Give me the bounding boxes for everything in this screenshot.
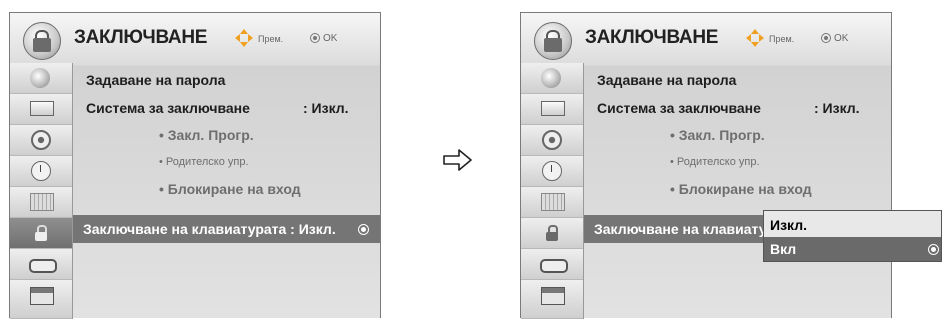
lock-icon [35, 225, 47, 241]
sidebar [521, 63, 584, 319]
sidebar-item-setup[interactable] [10, 63, 72, 94]
lock-system-value: : Изкл. [814, 100, 860, 116]
sidebar [10, 63, 73, 319]
film-icon [30, 193, 54, 211]
sidebar-item-media[interactable] [10, 280, 72, 319]
arrow-right-icon [443, 149, 472, 171]
lock-menu-panel-before: ЗАКЛЮЧВАНЕ Прем. OK Задаване на парола С… [9, 12, 381, 319]
sidebar-item-time[interactable] [521, 156, 583, 187]
sidebar-item-time[interactable] [10, 156, 72, 187]
film-icon [541, 193, 565, 211]
clapper-icon [541, 287, 565, 305]
nav-arrows-icon [746, 29, 764, 47]
nav-hint-label: Прем. [258, 34, 284, 44]
tv-icon [30, 101, 54, 116]
menu-item-parental[interactable]: • Родителско упр. [670, 149, 760, 175]
sidebar-item-picture[interactable] [10, 94, 72, 125]
sidebar-item-input[interactable] [521, 249, 583, 280]
lock-menu-icon [534, 22, 572, 60]
nav-hint-label: Прем. [769, 34, 795, 44]
sidebar-item-audio[interactable] [521, 125, 583, 156]
sidebar-item-media[interactable] [521, 280, 583, 319]
ok-icon [310, 33, 320, 43]
sidebar-item-audio[interactable] [10, 125, 72, 156]
sidebar-item-picture[interactable] [521, 94, 583, 125]
menu-item-block-program[interactable]: • Закл. Прогр. [159, 122, 254, 148]
lock-system-value: : Изкл. [303, 100, 349, 116]
sidebar-item-option[interactable] [521, 187, 583, 218]
sidebar-item-setup[interactable] [521, 63, 583, 94]
menu-title: ЗАКЛЮЧВАНЕ [585, 27, 719, 48]
selected-radio-icon [928, 244, 939, 255]
sidebar-item-option[interactable] [10, 187, 72, 218]
ok-hint-label: OK [834, 33, 849, 44]
sidebar-item-input[interactable] [10, 249, 72, 280]
menu-title: ЗАКЛЮЧВАНЕ [74, 27, 208, 48]
ok-hint-label: OK [323, 33, 338, 44]
menu-item-input-block[interactable]: • Блокиране на вход [159, 176, 301, 202]
sidebar-item-lock[interactable] [521, 218, 583, 249]
menu-item-set-password[interactable]: Задаване на парола [597, 67, 736, 93]
clock-icon [542, 161, 562, 181]
plug-icon [29, 259, 57, 273]
menu-item-lock-system[interactable]: Система за заключване [86, 95, 250, 121]
menu-item-input-block[interactable]: • Блокиране на вход [670, 176, 812, 202]
lock-menu-icon [23, 22, 61, 60]
option-on-label: Вкл [770, 241, 797, 257]
ok-icon [821, 33, 831, 43]
menu-item-block-program[interactable]: • Закл. Прогр. [670, 122, 765, 148]
menu-header: ЗАКЛЮЧВАНЕ Прем. OK [521, 13, 891, 63]
menu-header: ЗАКЛЮЧВАНЕ Прем. OK [10, 13, 380, 63]
menu-item-parental[interactable]: • Родителско упр. [159, 149, 249, 175]
nav-arrows-icon [235, 29, 253, 47]
menu-item-key-lock[interactable]: Заключване на клавиатурата : Изкл. [73, 215, 380, 243]
lock-icon [546, 225, 558, 241]
plug-icon [540, 259, 568, 273]
lock-menu-panel-after: ЗАКЛЮЧВАНЕ Прем. OK Задаване на парола С… [520, 12, 892, 319]
key-lock-options-popup: Изкл. Вкл [763, 210, 942, 262]
satellite-icon [30, 68, 50, 88]
satellite-icon [541, 68, 561, 88]
option-off[interactable]: Изкл. [764, 213, 941, 237]
clapper-icon [30, 287, 54, 305]
key-lock-label: Заключване на клавиатурата : Изкл. [83, 221, 336, 237]
speaker-icon [31, 130, 51, 150]
speaker-icon [542, 130, 562, 150]
menu-item-lock-system[interactable]: Система за заключване [597, 95, 761, 121]
sidebar-item-lock[interactable] [10, 218, 72, 249]
option-on[interactable]: Вкл [764, 237, 941, 261]
key-lock-label: Заключване на клавиату [594, 221, 767, 237]
tv-icon [541, 101, 565, 116]
menu-item-set-password[interactable]: Задаване на парола [86, 67, 225, 93]
clock-icon [31, 161, 51, 181]
ok-radio-icon [358, 224, 369, 235]
